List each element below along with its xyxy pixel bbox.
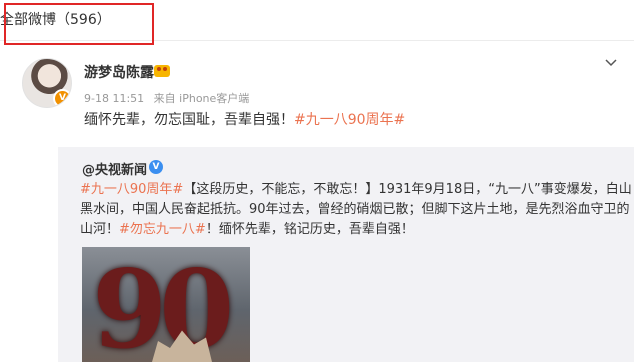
post-text-body: 缅怀先辈，勿忘国耻，吾辈自强！ bbox=[84, 112, 294, 128]
post-meta: 9-18 11:51 来自 iPhone客户端 bbox=[84, 90, 255, 106]
highlight-box bbox=[4, 3, 154, 45]
post-author[interactable]: 游梦岛陈露 bbox=[84, 62, 154, 82]
post-image[interactable]: 90 bbox=[82, 247, 250, 362]
avatar[interactable]: V bbox=[22, 58, 72, 108]
fan-badge-icon bbox=[154, 65, 170, 77]
repost-topic2-link[interactable]: #勿忘九一八# bbox=[119, 222, 206, 237]
weibo-post: V 游梦岛陈露 9-18 11:51 来自 iPhone客户端 缅怀先辈，勿忘国… bbox=[0, 46, 634, 362]
repost-text: #九一八90周年#【这段历史，不能忘，不敢忘！】1931年9月18日，“九一八”… bbox=[80, 180, 634, 240]
repost-topic-link[interactable]: #九一八90周年# bbox=[80, 182, 183, 197]
verified-badge-icon: V bbox=[53, 89, 71, 107]
header-bar: 全部微博（596） bbox=[0, 0, 634, 45]
post-text: 缅怀先辈，勿忘国耻，吾辈自强！#九一八90周年# bbox=[84, 109, 405, 129]
post-source: 来自 iPhone客户端 bbox=[153, 92, 250, 105]
repost-author[interactable]: @央视新闻 bbox=[82, 159, 147, 178]
post-time[interactable]: 9-18 11:51 bbox=[84, 92, 144, 105]
verified-icon: V bbox=[149, 160, 163, 174]
repost-card: @央视新闻 V #九一八90周年#【这段历史，不能忘，不敢忘！】1931年9月1… bbox=[58, 147, 634, 362]
repost-tail: ！缅怀先辈，铭记历史，吾辈自强！ bbox=[205, 222, 414, 237]
post-topic-link[interactable]: #九一八90周年# bbox=[294, 112, 405, 128]
chevron-down-icon[interactable] bbox=[604, 56, 618, 70]
